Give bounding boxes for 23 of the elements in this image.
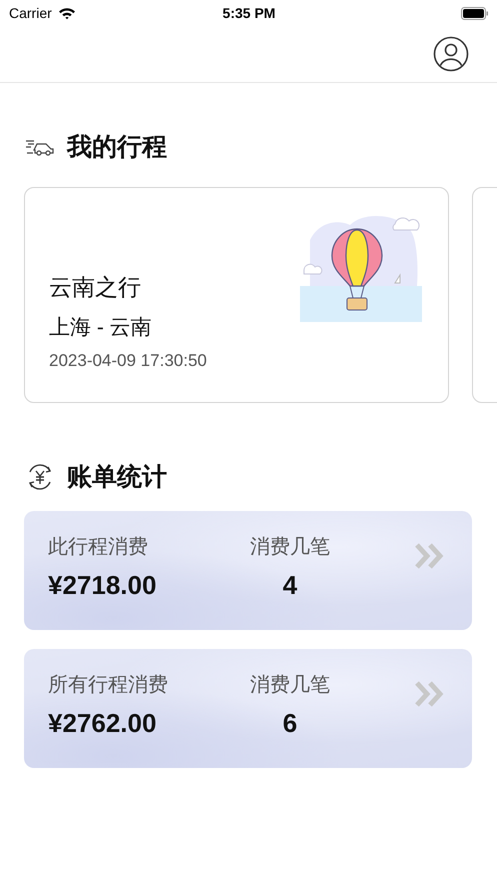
count-label: 消费几笔 [249,673,331,698]
carrier-name: Carrier [9,5,52,21]
count-label: 消费几笔 [249,535,331,560]
section-title: 账单统计 [67,462,167,493]
spend-count: 6 [282,708,298,739]
double-chevron-icon[interactable] [414,680,446,708]
trip-name: 云南之行 [49,273,142,302]
spend-amount: ¥2718.00 [48,570,158,601]
spend-amount: ¥2762.00 [48,708,158,739]
bill-card[interactable]: 所有行程消费 消费几笔 ¥2762.00 6 [24,649,472,768]
trip-route: 上海 - 云南 [49,315,153,341]
wifi-icon [58,6,76,20]
bill-card[interactable]: 此行程消费 消费几笔 ¥2718.00 4 [24,511,472,630]
double-chevron-icon[interactable] [414,542,446,570]
status-time: 5:35 PM [222,5,276,21]
battery-icon [461,6,490,20]
profile-icon[interactable] [433,36,469,72]
spend-label: 所有行程消费 [48,673,169,698]
trip-card[interactable]: 云南之行 上海 - 云南 2023-04-09 17:30:50 [24,187,449,403]
trip-date: 2023-04-09 17:30:50 [49,351,207,371]
spend-count: 4 [282,570,298,601]
section-title: 我的行程 [67,132,167,163]
spend-label: 此行程消费 [48,535,149,560]
